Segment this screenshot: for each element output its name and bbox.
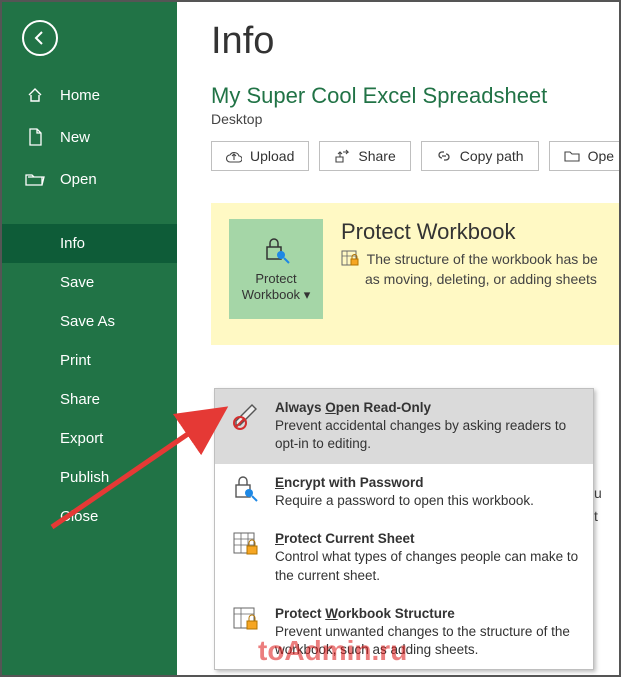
- protect-workbook-dropdown: Always Open Read-Only Prevent accidental…: [214, 388, 594, 670]
- btn-label: Copy path: [460, 148, 524, 164]
- dd-protect-current-sheet[interactable]: Protect Current Sheet Control what types…: [215, 520, 593, 595]
- backstage-sidebar: Home New Open Info Save Save As Print: [2, 2, 177, 675]
- nav-share[interactable]: Share: [2, 380, 177, 419]
- nav-label: Home: [60, 87, 100, 104]
- workbook-lock-icon: [341, 249, 359, 267]
- folder-icon: [564, 149, 580, 163]
- protect-section-desc: The structure of the workbook has be as …: [341, 249, 598, 289]
- nav-label: New: [60, 129, 90, 146]
- nav-label: Save As: [60, 313, 115, 330]
- folder-open-icon: [24, 169, 46, 189]
- dd-desc: Prevent unwanted changes to the structur…: [275, 623, 579, 659]
- upload-icon: [226, 148, 242, 164]
- dd-desc: Prevent accidental changes by asking rea…: [275, 417, 579, 453]
- nav-info[interactable]: Info: [2, 224, 177, 263]
- dd-title: Always Open Read-Only: [275, 399, 579, 417]
- share-icon: [334, 148, 350, 164]
- document-title: My Super Cool Excel Spreadsheet: [211, 83, 619, 109]
- nav-label: Info: [60, 235, 85, 252]
- share-button[interactable]: Share: [319, 141, 410, 171]
- nav-label: Print: [60, 352, 91, 369]
- nav-label: Close: [60, 508, 98, 525]
- protect-workbook-panel: Protect Workbook ▾ Protect Workbook: [211, 203, 619, 345]
- nav-save-as[interactable]: Save As: [2, 302, 177, 341]
- lock-key-icon: [229, 474, 263, 508]
- nav-label: Export: [60, 430, 103, 447]
- dd-always-open-read-only[interactable]: Always Open Read-Only Prevent accidental…: [215, 389, 593, 464]
- nav-new[interactable]: New: [2, 116, 177, 158]
- protect-section-title: Protect Workbook: [341, 219, 598, 245]
- btn-label: Upload: [250, 148, 294, 164]
- dd-desc: Control what types of changes people can…: [275, 548, 579, 584]
- nav-open[interactable]: Open: [2, 158, 177, 200]
- dd-title: Protect Workbook Structure: [275, 605, 579, 623]
- nav-export[interactable]: Export: [2, 419, 177, 458]
- nav-label: Open: [60, 171, 97, 188]
- btn-label: Share: [358, 148, 395, 164]
- pencil-readonly-icon: [229, 399, 263, 433]
- new-doc-icon: [24, 127, 46, 147]
- nav-label: Share: [60, 391, 100, 408]
- link-icon: [436, 148, 452, 164]
- btn-line2: Workbook: [242, 287, 300, 302]
- workbook-lock-icon: [229, 605, 263, 639]
- dropdown-caret-icon: ▾: [304, 287, 311, 302]
- back-button[interactable]: [22, 20, 58, 56]
- nav-close[interactable]: Close: [2, 497, 177, 536]
- nav-home[interactable]: Home: [2, 74, 177, 116]
- copy-path-button[interactable]: Copy path: [421, 141, 539, 171]
- dd-title: Encrypt with Password: [275, 474, 534, 492]
- nav-label: Publish: [60, 469, 109, 486]
- btn-label: Ope: [588, 148, 614, 164]
- lock-key-icon: [259, 235, 293, 265]
- nav-save[interactable]: Save: [2, 263, 177, 302]
- nav-print[interactable]: Print: [2, 341, 177, 380]
- dd-desc: Require a password to open this workbook…: [275, 492, 534, 510]
- sheet-lock-icon: [229, 530, 263, 564]
- protect-workbook-button[interactable]: Protect Workbook ▾: [229, 219, 323, 319]
- dd-encrypt-with-password[interactable]: Encrypt with Password Require a password…: [215, 464, 593, 520]
- page-title: Info: [211, 20, 619, 63]
- dd-title: Protect Current Sheet: [275, 530, 579, 548]
- home-icon: [24, 85, 46, 105]
- btn-line1: Protect: [255, 271, 296, 286]
- dd-protect-workbook-structure[interactable]: Protect Workbook Structure Prevent unwan…: [215, 595, 593, 670]
- document-location: Desktop: [211, 111, 619, 127]
- open-location-button[interactable]: Ope: [549, 141, 619, 171]
- nav-label: Save: [60, 274, 94, 291]
- nav-publish[interactable]: Publish: [2, 458, 177, 497]
- arrow-left-icon: [31, 29, 49, 47]
- action-row: Upload Share Copy path Ope: [211, 141, 619, 171]
- upload-button[interactable]: Upload: [211, 141, 309, 171]
